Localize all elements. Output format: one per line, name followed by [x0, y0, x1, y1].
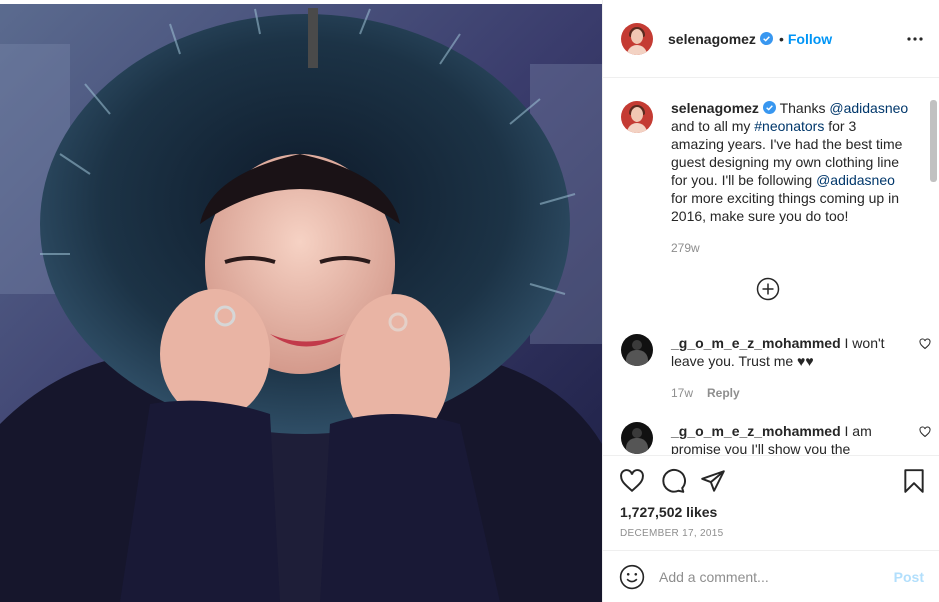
- like-heart-icon[interactable]: [619, 468, 645, 494]
- comment-composer: Post: [603, 550, 939, 602]
- post-side-panel: selenagomez • Follow selenagomez Thanks …: [602, 0, 939, 602]
- post-header: selenagomez • Follow: [603, 0, 939, 78]
- commenter-avatar[interactable]: [621, 334, 653, 366]
- comment-bubble-icon[interactable]: [660, 468, 686, 494]
- separator-dot: •: [778, 30, 784, 47]
- commenter-username[interactable]: _g_o_m_e_z_mohammed: [671, 335, 841, 351]
- comment-text: _g_o_m_e_z_mohammed I am promise you I'l…: [671, 422, 891, 454]
- comment-like-heart-icon[interactable]: [919, 338, 931, 350]
- mention-link[interactable]: @adidasneo: [816, 172, 895, 188]
- comment-item: _g_o_m_e_z_mohammed I won't leave you. T…: [621, 334, 931, 402]
- caption-text-part: Thanks: [775, 100, 830, 116]
- caption-username[interactable]: selenagomez: [671, 100, 759, 116]
- post-date[interactable]: DECEMBER 17, 2015: [620, 528, 723, 539]
- commenter-username[interactable]: _g_o_m_e_z_mohammed: [671, 423, 841, 439]
- caption-age[interactable]: 279w: [671, 239, 911, 257]
- hashtag-link[interactable]: #neonators: [754, 118, 824, 134]
- comment-item: _g_o_m_e_z_mohammed I am promise you I'l…: [621, 422, 931, 454]
- scrollbar-thumb[interactable]: [930, 100, 937, 182]
- follow-button[interactable]: Follow: [788, 31, 832, 47]
- comment-meta: 17w Reply: [671, 384, 891, 402]
- save-bookmark-icon[interactable]: [901, 468, 927, 494]
- caption: selenagomez Thanks @adidasneo and to all…: [621, 99, 921, 257]
- commenter-avatar[interactable]: [621, 422, 653, 454]
- post-photo[interactable]: [0, 4, 602, 602]
- load-more-comments-icon[interactable]: [756, 277, 780, 301]
- comment-input[interactable]: [659, 568, 879, 585]
- mention-link[interactable]: @adidasneo: [829, 100, 908, 116]
- post-actions: 1,727,502 likes DECEMBER 17, 2015: [603, 455, 939, 550]
- share-paper-plane-icon[interactable]: [700, 468, 726, 494]
- caption-text-part: for more exciting things coming up in 20…: [671, 190, 899, 224]
- emoji-smiley-icon[interactable]: [619, 564, 645, 590]
- comment-text: _g_o_m_e_z_mohammed I won't leave you. T…: [671, 334, 891, 402]
- caption-text-part: and to all my: [671, 118, 755, 134]
- comment-age[interactable]: 17w: [671, 386, 693, 400]
- post-button[interactable]: Post: [894, 569, 924, 585]
- header-username[interactable]: selenagomez: [668, 31, 756, 47]
- more-options-icon[interactable]: [906, 30, 924, 48]
- avatar[interactable]: [621, 101, 653, 133]
- verified-badge-icon: [762, 101, 776, 114]
- reply-button[interactable]: Reply: [707, 386, 740, 400]
- comment-like-heart-icon[interactable]: [919, 426, 931, 438]
- avatar[interactable]: [621, 22, 653, 55]
- comments-scroll-area[interactable]: selenagomez Thanks @adidasneo and to all…: [603, 79, 939, 454]
- likes-count[interactable]: 1,727,502 likes: [620, 504, 717, 520]
- caption-text: selenagomez Thanks @adidasneo and to all…: [671, 99, 911, 257]
- verified-badge-icon: [759, 32, 773, 45]
